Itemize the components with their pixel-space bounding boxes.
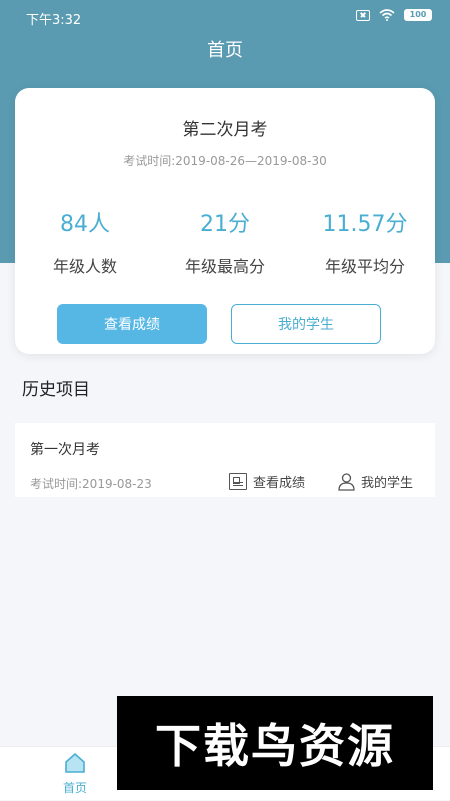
status-icons: 100 (356, 9, 432, 21)
history-section-title: 历史项目 (22, 380, 90, 400)
history-my-students-button[interactable]: 我的学生 (338, 472, 413, 491)
no-sim-icon (356, 9, 370, 21)
view-scores-button[interactable]: 查看成绩 (57, 304, 207, 344)
history-item[interactable]: 第一次月考 考试时间:2019-08-23 查看成绩 我的学生 (15, 423, 435, 497)
stat-value: 21分 (200, 212, 250, 237)
stat-label: 年级最高分 (184, 257, 265, 276)
stat-highest-score: 21分 年级最高分 (155, 206, 295, 277)
battery-icon: 100 (404, 9, 432, 21)
stat-average-score: 11.57分 年级平均分 (295, 206, 435, 277)
stat-label: 年级人数 (52, 257, 117, 276)
history-view-scores-button[interactable]: 查看成绩 (229, 472, 305, 491)
history-exam-time: 考试时间:2019-08-23 (30, 477, 152, 491)
my-students-button[interactable]: 我的学生 (231, 304, 381, 344)
exam-time: 考试时间:2019-08-26—2019-08-30 (123, 154, 327, 168)
history-my-students-label: 我的学生 (361, 476, 414, 491)
stat-label: 年级平均分 (324, 257, 405, 276)
status-time: 下午3:32 (26, 13, 82, 28)
stat-grade-count: 84人 年级人数 (15, 206, 155, 277)
wifi-icon (379, 9, 395, 21)
history-view-scores-label: 查看成绩 (253, 476, 306, 491)
exam-name: 第二次月考 (182, 120, 268, 140)
page-title: 首页 (207, 40, 243, 61)
stat-value: 84人 (60, 212, 110, 237)
user-icon (338, 472, 355, 491)
status-bar: 下午3:32 100 (0, 0, 450, 34)
home-icon (65, 752, 85, 773)
score-sheet-icon (229, 473, 247, 490)
watermark-logo: 下载鸟资源 (117, 696, 433, 790)
current-exam-card: 第二次月考 考试时间:2019-08-26—2019-08-30 84人 年级人… (15, 88, 435, 354)
stat-value: 11.57分 (322, 212, 408, 237)
history-exam-name: 第一次月考 (30, 442, 100, 458)
